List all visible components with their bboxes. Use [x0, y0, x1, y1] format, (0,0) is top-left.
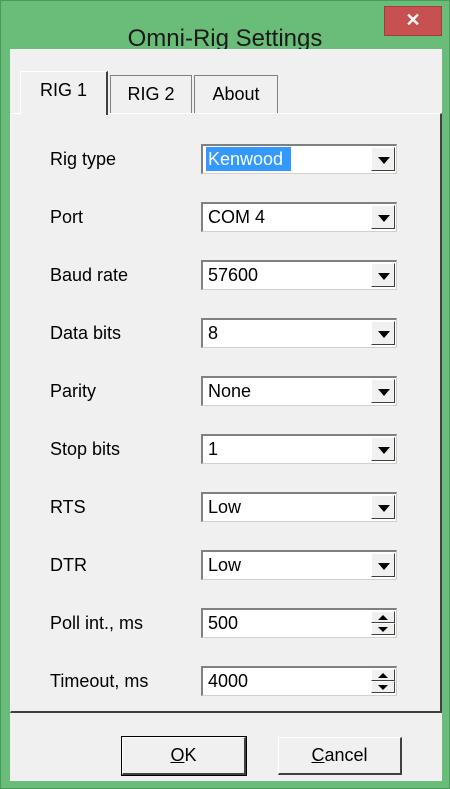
close-icon: ✕: [405, 10, 421, 30]
rig-type-label: Rig type: [50, 149, 117, 169]
title-bar[interactable]: Omni-Rig Settings ✕: [1, 1, 449, 52]
chevron-down-icon: [378, 273, 390, 280]
rts-dropdown-button[interactable]: [371, 495, 395, 519]
cancel-button-mnemonic: C: [311, 745, 325, 765]
rig-type-dropdown[interactable]: Kenwood: [201, 144, 397, 174]
data-bits-dropdown[interactable]: 8: [201, 318, 397, 348]
timeout-label: Timeout, ms: [50, 671, 149, 691]
baud-rate-dropdown-button[interactable]: [371, 263, 395, 287]
arrow-up-icon: [378, 673, 388, 678]
stop-bits-value: 1: [208, 439, 219, 459]
parity-label: Parity: [50, 381, 97, 401]
parity-dropdown[interactable]: None: [201, 376, 397, 406]
data-bits-label: Data bits: [50, 323, 122, 343]
rts-value: Low: [208, 497, 242, 517]
chevron-down-icon: [378, 389, 390, 396]
stop-bits-dropdown[interactable]: 1: [201, 434, 397, 464]
poll-interval-increment[interactable]: [371, 611, 395, 623]
dtr-dropdown-button[interactable]: [371, 553, 395, 577]
arrow-down-icon: [378, 627, 388, 632]
port-value: COM 4: [208, 207, 266, 227]
poll-interval-decrement[interactable]: [371, 623, 395, 635]
timeout-spinner[interactable]: 4000: [201, 666, 397, 696]
tab-strip: RIG 1 RIG 2 About: [10, 71, 442, 115]
parity-value: None: [208, 381, 252, 401]
tab-rig1[interactable]: RIG 1: [20, 71, 108, 115]
dtr-value: Low: [208, 555, 242, 575]
port-dropdown-button[interactable]: [371, 205, 395, 229]
timeout-decrement[interactable]: [371, 681, 395, 693]
tab-about[interactable]: About: [194, 75, 278, 113]
rig1-panel: Rig type Kenwood Port COM 4 Baud rate 57…: [10, 113, 442, 713]
arrow-down-icon: [378, 685, 388, 690]
stop-bits-label: Stop bits: [50, 439, 121, 459]
ok-button-mnemonic: O: [170, 745, 185, 765]
port-dropdown[interactable]: COM 4: [201, 202, 397, 232]
ok-button-label: K: [184, 745, 197, 765]
arrow-up-icon: [378, 615, 388, 620]
cancel-button-label: ancel: [324, 745, 368, 765]
cancel-button[interactable]: Cancel: [278, 737, 402, 775]
chevron-down-icon: [378, 331, 390, 338]
poll-interval-spinner[interactable]: 500: [201, 608, 397, 638]
poll-interval-spin-buttons: [371, 611, 395, 635]
data-bits-value: 8: [208, 323, 219, 343]
poll-interval-value: 500: [208, 613, 239, 633]
baud-rate-value: 57600: [208, 265, 259, 285]
port-label: Port: [50, 207, 84, 227]
parity-dropdown-button[interactable]: [371, 379, 395, 403]
chevron-down-icon: [378, 447, 390, 454]
tab-rig2[interactable]: RIG 2: [110, 75, 192, 113]
rig-type-value: Kenwood: [206, 147, 292, 171]
timeout-increment[interactable]: [371, 669, 395, 681]
dtr-label: DTR: [50, 555, 87, 575]
chevron-down-icon: [378, 563, 390, 570]
timeout-value: 4000: [208, 671, 249, 691]
timeout-spin-buttons: [371, 669, 395, 693]
data-bits-dropdown-button[interactable]: [371, 321, 395, 345]
close-button[interactable]: ✕: [384, 6, 442, 36]
settings-window: Omni-Rig Settings ✕ RIG 1 RIG 2 About Ri…: [0, 0, 450, 789]
baud-rate-dropdown[interactable]: 57600: [201, 260, 397, 290]
rts-label: RTS: [50, 497, 86, 517]
rts-dropdown[interactable]: Low: [201, 492, 397, 522]
chevron-down-icon: [378, 215, 390, 222]
poll-interval-label: Poll int., ms: [50, 613, 144, 633]
chevron-down-icon: [378, 505, 390, 512]
dialog-client-area: RIG 1 RIG 2 About Rig type Kenwood Port …: [10, 49, 442, 781]
chevron-down-icon: [378, 157, 390, 164]
baud-rate-label: Baud rate: [50, 265, 129, 285]
rig-type-dropdown-button[interactable]: [371, 147, 395, 171]
dtr-dropdown[interactable]: Low: [201, 550, 397, 580]
ok-button[interactable]: OK: [121, 736, 247, 776]
stop-bits-dropdown-button[interactable]: [371, 437, 395, 461]
